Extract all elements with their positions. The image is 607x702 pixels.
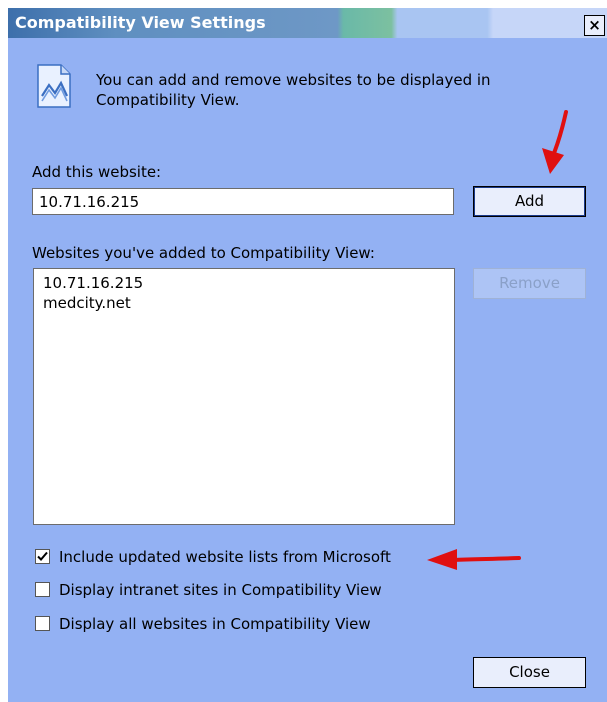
- display-intranet-label: Display intranet sites in Compatibility …: [59, 581, 382, 599]
- display-intranet-checkbox[interactable]: [35, 582, 50, 597]
- remove-button[interactable]: Remove: [473, 268, 586, 299]
- add-button[interactable]: Add: [473, 186, 586, 217]
- intro-text: You can add and remove websites to be di…: [96, 71, 491, 109]
- dialog-title: Compatibility View Settings: [15, 13, 266, 32]
- red-arrow-left-icon: [427, 549, 521, 570]
- site-list-label: Websites you've added to Compatibility V…: [32, 244, 375, 262]
- compatibility-view-icon: [37, 64, 71, 108]
- list-item[interactable]: medcity.net: [43, 293, 445, 313]
- display-all-websites-label: Display all websites in Compatibility Vi…: [59, 615, 371, 633]
- checkmark-icon: [37, 551, 48, 561]
- include-updated-lists-checkbox[interactable]: [35, 549, 50, 564]
- close-button[interactable]: Close: [473, 657, 586, 688]
- title-bar[interactable]: Compatibility View Settings ×: [8, 8, 607, 38]
- include-updated-lists-label: Include updated website lists from Micro…: [59, 548, 391, 566]
- compatibility-view-dialog: Compatibility View Settings × You can ad…: [8, 8, 607, 702]
- display-all-websites-checkbox[interactable]: [35, 616, 50, 631]
- website-list[interactable]: 10.71.16.215 medcity.net: [33, 268, 455, 525]
- list-item[interactable]: 10.71.16.215: [43, 273, 445, 293]
- add-website-input[interactable]: [32, 188, 454, 215]
- add-website-label: Add this website:: [32, 163, 162, 181]
- red-arrow-down-icon: [542, 110, 568, 174]
- close-icon[interactable]: ×: [584, 15, 605, 36]
